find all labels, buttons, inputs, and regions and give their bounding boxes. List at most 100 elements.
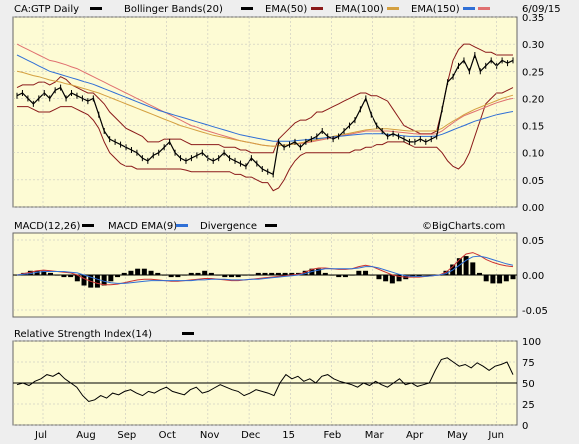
divergence-bar bbox=[81, 275, 87, 286]
divergence-bar bbox=[329, 275, 335, 276]
price-y-tick: 0.15 bbox=[522, 122, 544, 133]
divergence-bar bbox=[128, 270, 134, 275]
header-symbol: CA:GTP Daily bbox=[14, 4, 79, 15]
bollinger-label: Bollinger Bands(20) bbox=[124, 4, 223, 15]
divergence-bar bbox=[483, 275, 489, 282]
x-axis-label: Apr bbox=[406, 430, 424, 441]
divergence-bar bbox=[155, 272, 161, 275]
x-axis-label: Nov bbox=[200, 430, 220, 441]
divergence-bar bbox=[108, 275, 114, 282]
divergence-bar bbox=[235, 275, 241, 278]
ema50-label: EMA(50) bbox=[265, 4, 307, 15]
x-axis-label: Jul bbox=[34, 430, 47, 441]
rsi-y-tick: 25 bbox=[522, 400, 535, 411]
divergence-bar bbox=[208, 272, 214, 275]
divergence-bar bbox=[68, 275, 74, 278]
ema50-swatch bbox=[311, 7, 323, 10]
divergence-bar bbox=[61, 275, 67, 278]
divergence-bar bbox=[282, 272, 288, 275]
ema100-label: EMA(100) bbox=[335, 4, 384, 15]
rsi-y-tick: 75 bbox=[522, 358, 535, 369]
divergence-bar bbox=[389, 275, 395, 284]
divergence-bar bbox=[269, 272, 275, 275]
macd-label: MACD(12,26) bbox=[14, 221, 81, 232]
x-axis-label: Feb bbox=[324, 430, 342, 441]
divergence-bar bbox=[510, 275, 516, 280]
divergence-bar bbox=[141, 268, 147, 275]
divergence-bar bbox=[490, 275, 496, 284]
x-axis-label: Oct bbox=[159, 430, 176, 441]
ema100-swatch bbox=[387, 7, 399, 10]
rsi-y-tick: 100 bbox=[522, 337, 541, 348]
divergence-bar bbox=[322, 272, 328, 275]
divergence-bar bbox=[228, 275, 234, 278]
x-axis-label: Aug bbox=[76, 430, 96, 441]
divergence-bar bbox=[497, 275, 503, 284]
price-y-tick: 0.10 bbox=[522, 149, 544, 160]
divergence-label: Divergence bbox=[200, 221, 257, 232]
x-axis-label: Mar bbox=[365, 430, 385, 441]
divergence-bar bbox=[470, 262, 476, 275]
divergence-bar bbox=[476, 272, 482, 275]
divergence-bar bbox=[262, 272, 268, 275]
divergence-bar bbox=[369, 275, 375, 276]
divergence-bar bbox=[336, 275, 342, 278]
divergence-bar bbox=[161, 275, 167, 276]
divergence-bar bbox=[175, 275, 181, 278]
divergence-bar bbox=[356, 270, 362, 275]
bollinger-swatch bbox=[241, 7, 253, 10]
rsi-y-tick: 50 bbox=[522, 379, 535, 390]
divergence-bar bbox=[215, 275, 221, 276]
divergence-bar bbox=[242, 275, 248, 276]
divergence-bar bbox=[249, 275, 255, 276]
x-axis-label: Dec bbox=[241, 430, 260, 441]
divergence-bar bbox=[342, 275, 348, 278]
divergence-bar bbox=[503, 275, 509, 282]
divergence-bar bbox=[349, 275, 355, 276]
ema150-swatch bbox=[463, 7, 475, 10]
divergence-bar bbox=[376, 275, 382, 280]
x-axis-label: Jun bbox=[487, 430, 504, 441]
macd-y-tick: -0.05 bbox=[522, 306, 548, 317]
divergence-bar bbox=[168, 275, 174, 278]
chart-svg: CA:GTP Daily Bollinger Bands(20) EMA(50)… bbox=[0, 0, 579, 444]
divergence-swatch bbox=[265, 224, 277, 227]
macd-y-tick: 0.00 bbox=[522, 271, 544, 282]
macd-signal-label: MACD EMA(9) bbox=[108, 221, 177, 232]
divergence-bar bbox=[94, 275, 100, 288]
price-y-tick: 0.20 bbox=[522, 94, 544, 105]
divergence-bar bbox=[115, 275, 121, 278]
divergence-bar bbox=[148, 270, 154, 275]
x-axis-label: Sep bbox=[117, 430, 136, 441]
stock-chart: CA:GTP Daily Bollinger Bands(20) EMA(50)… bbox=[0, 0, 579, 444]
rsi-swatch bbox=[182, 332, 194, 335]
divergence-bar bbox=[48, 272, 54, 275]
rsi-y-tick: 0 bbox=[522, 421, 528, 432]
macd-signal-swatch bbox=[176, 224, 188, 227]
divergence-bar bbox=[182, 275, 188, 276]
macd-y-tick: 0.05 bbox=[522, 236, 544, 247]
divergence-bar bbox=[202, 270, 208, 275]
divergence-bar bbox=[423, 275, 429, 276]
watermark: ©BigCharts.com bbox=[422, 221, 505, 232]
price-y-tick: 0.00 bbox=[522, 203, 544, 214]
rsi-label: Relative Strength Index(14) bbox=[14, 329, 152, 340]
divergence-bar bbox=[135, 268, 141, 275]
price-swatch bbox=[90, 7, 102, 10]
x-axis-label: 15 bbox=[282, 430, 295, 441]
ema150-label: EMA(150) bbox=[411, 4, 460, 15]
extra-swatch bbox=[478, 7, 490, 10]
divergence-bar bbox=[188, 272, 194, 275]
divergence-bar bbox=[275, 272, 281, 275]
price-y-tick: 0.35 bbox=[522, 13, 544, 24]
divergence-bar bbox=[383, 275, 389, 282]
divergence-bar bbox=[54, 275, 60, 276]
price-y-tick: 0.30 bbox=[522, 40, 544, 51]
divergence-bar bbox=[222, 275, 228, 278]
divergence-bar bbox=[121, 272, 127, 275]
divergence-bar bbox=[363, 270, 369, 275]
price-y-tick: 0.25 bbox=[522, 67, 544, 78]
divergence-bar bbox=[195, 272, 201, 275]
divergence-bar bbox=[255, 272, 261, 275]
price-y-tick: 0.05 bbox=[522, 176, 544, 187]
